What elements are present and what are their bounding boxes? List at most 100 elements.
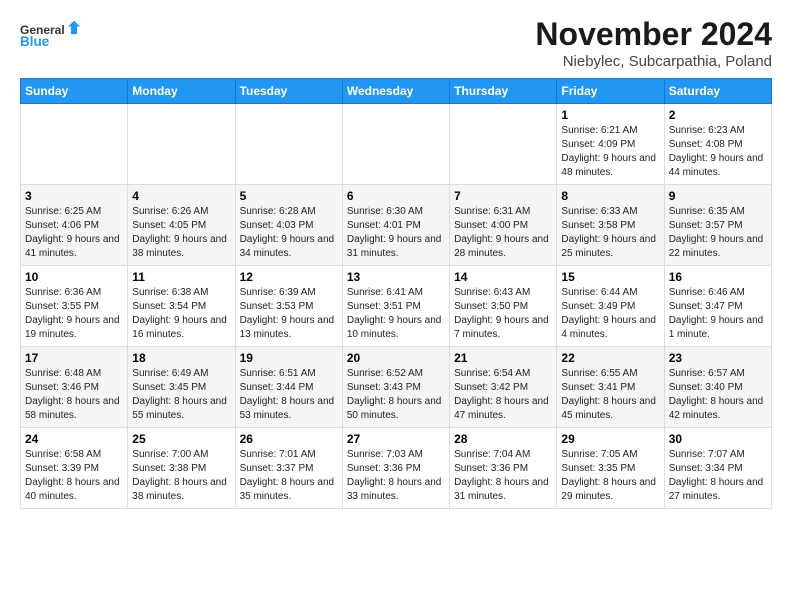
day-of-week-header: Wednesday (342, 79, 449, 104)
day-info: Sunrise: 6:48 AMSunset: 3:46 PMDaylight:… (25, 367, 123, 423)
day-of-week-header: Sunday (21, 79, 128, 104)
day-info: Sunrise: 6:41 AMSunset: 3:51 PMDaylight:… (347, 286, 445, 342)
day-info: Sunrise: 6:33 AMSunset: 3:58 PMDaylight:… (561, 205, 659, 261)
day-number: 17 (25, 351, 123, 365)
calendar-cell: 21Sunrise: 6:54 AMSunset: 3:42 PMDayligh… (450, 347, 557, 428)
location-subtitle: Niebylec, Subcarpathia, Poland (535, 53, 772, 70)
day-number: 23 (669, 351, 767, 365)
calendar-cell: 17 Sunrise: 6:48 AMSunset: 3:46 PMDayligh… (21, 347, 128, 428)
calendar-cell: 13 Sunrise: 6:41 AMSunset: 3:51 PMDayligh… (342, 266, 449, 347)
calendar-cell: 22 Sunrise: 6:55 AMSunset: 3:41 PMDayligh… (557, 347, 664, 428)
calendar-cell: 29Sunrise: 7:05 AMSunset: 3:35 PMDayligh… (557, 428, 664, 509)
day-info: Sunrise: 7:04 AMSunset: 3:36 PMDaylight:… (454, 448, 552, 504)
day-info: Sunrise: 6:52 AMSunset: 3:43 PMDaylight:… (347, 367, 445, 423)
day-of-week-header: Monday (128, 79, 235, 104)
calendar-cell (342, 104, 449, 185)
day-number: 27 (347, 432, 445, 446)
day-info: Sunrise: 6:46 AMSunset: 3:47 PMDaylight:… (669, 286, 767, 342)
day-info: Sunrise: 7:00 AMSunset: 3:38 PMDaylight:… (132, 448, 230, 504)
day-of-week-header: Tuesday (235, 79, 342, 104)
day-of-week-header: Saturday (664, 79, 771, 104)
header: General Blue November 2024 Niebylec, Sub… (20, 16, 772, 70)
day-info: Sunrise: 6:57 AMSunset: 3:40 PMDaylight:… (669, 367, 767, 423)
day-info: Sunrise: 6:49 AMSunset: 3:45 PMDaylight:… (132, 367, 230, 423)
calendar-cell: 25 Sunrise: 7:00 AMSunset: 3:38 PMDayligh… (128, 428, 235, 509)
day-number: 22 (561, 351, 659, 365)
day-number: 9 (669, 189, 767, 203)
day-number: 30 (669, 432, 767, 446)
calendar-cell: 5Sunrise: 6:28 AMSunset: 4:03 PMDaylight… (235, 185, 342, 266)
calendar-cell: 15Sunrise: 6:44 AMSunset: 3:49 PMDayligh… (557, 266, 664, 347)
day-number: 2 (669, 108, 767, 122)
calendar-cell: 11Sunrise: 6:38 AMSunset: 3:54 PMDayligh… (128, 266, 235, 347)
logo: General Blue (20, 16, 80, 56)
day-info: Sunrise: 6:35 AMSunset: 3:57 PMDaylight:… (669, 205, 767, 261)
day-number: 26 (240, 432, 338, 446)
calendar-cell: 2 Sunrise: 6:23 AMSunset: 4:08 PMDaylight… (664, 104, 771, 185)
calendar-week-row: 10 Sunrise: 6:36 AMSunset: 3:55 PMDayligh… (21, 266, 772, 347)
day-number: 13 (347, 270, 445, 284)
day-number: 14 (454, 270, 552, 284)
calendar-cell: 3Sunrise: 6:25 AMSunset: 4:06 PMDaylight… (21, 185, 128, 266)
day-number: 28 (454, 432, 552, 446)
day-number: 18 (132, 351, 230, 365)
calendar-cell (128, 104, 235, 185)
day-number: 8 (561, 189, 659, 203)
day-info: Sunrise: 6:43 AMSunset: 3:50 PMDaylight:… (454, 286, 552, 342)
title-block: November 2024 Niebylec, Subcarpathia, Po… (535, 16, 772, 70)
day-info: Sunrise: 6:38 AMSunset: 3:54 PMDaylight:… (132, 286, 230, 342)
day-info: Sunrise: 6:55 AMSunset: 3:41 PMDaylight:… (561, 367, 659, 423)
calendar-cell: 18 Sunrise: 6:49 AMSunset: 3:45 PMDayligh… (128, 347, 235, 428)
day-number: 12 (240, 270, 338, 284)
calendar-cell: 28 Sunrise: 7:04 AMSunset: 3:36 PMDayligh… (450, 428, 557, 509)
calendar-cell (450, 104, 557, 185)
calendar-cell: 12 Sunrise: 6:39 AMSunset: 3:53 PMDayligh… (235, 266, 342, 347)
day-info: Sunrise: 6:58 AMSunset: 3:39 PMDaylight:… (25, 448, 123, 504)
calendar-week-row: 24 Sunrise: 6:58 AMSunset: 3:39 PMDayligh… (21, 428, 772, 509)
calendar-cell: 7Sunrise: 6:31 AMSunset: 4:00 PMDaylight… (450, 185, 557, 266)
calendar-cell: 27 Sunrise: 7:03 AMSunset: 3:36 PMDayligh… (342, 428, 449, 509)
day-info: Sunrise: 6:21 AMSunset: 4:09 PMDaylight:… (561, 124, 659, 180)
calendar-cell: 9 Sunrise: 6:35 AMSunset: 3:57 PMDaylight… (664, 185, 771, 266)
day-info: Sunrise: 6:39 AMSunset: 3:53 PMDaylight:… (240, 286, 338, 342)
logo-svg: General Blue (20, 16, 80, 56)
day-info: Sunrise: 7:07 AMSunset: 3:34 PMDaylight:… (669, 448, 767, 504)
calendar-body: 1 Sunrise: 6:21 AMSunset: 4:09 PMDaylight… (21, 104, 772, 509)
day-number: 20 (347, 351, 445, 365)
calendar-week-row: 1 Sunrise: 6:21 AMSunset: 4:09 PMDaylight… (21, 104, 772, 185)
page: General Blue November 2024 Niebylec, Sub… (0, 0, 792, 612)
calendar-cell: 24 Sunrise: 6:58 AMSunset: 3:39 PMDayligh… (21, 428, 128, 509)
day-number: 24 (25, 432, 123, 446)
day-info: Sunrise: 7:03 AMSunset: 3:36 PMDaylight:… (347, 448, 445, 504)
day-number: 6 (347, 189, 445, 203)
day-info: Sunrise: 6:25 AMSunset: 4:06 PMDaylight:… (25, 205, 123, 261)
day-info: Sunrise: 6:26 AMSunset: 4:05 PMDaylight:… (132, 205, 230, 261)
calendar-cell: 26 Sunrise: 7:01 AMSunset: 3:37 PMDayligh… (235, 428, 342, 509)
day-info: Sunrise: 6:51 AMSunset: 3:44 PMDaylight:… (240, 367, 338, 423)
day-info: Sunrise: 6:30 AMSunset: 4:01 PMDaylight:… (347, 205, 445, 261)
day-info: Sunrise: 6:36 AMSunset: 3:55 PMDaylight:… (25, 286, 123, 342)
calendar-cell: 14 Sunrise: 6:43 AMSunset: 3:50 PMDayligh… (450, 266, 557, 347)
month-title: November 2024 (535, 16, 772, 53)
day-info: Sunrise: 7:01 AMSunset: 3:37 PMDaylight:… (240, 448, 338, 504)
calendar-cell: 6 Sunrise: 6:30 AMSunset: 4:01 PMDaylight… (342, 185, 449, 266)
calendar-cell: 19 Sunrise: 6:51 AMSunset: 3:44 PMDayligh… (235, 347, 342, 428)
day-number: 25 (132, 432, 230, 446)
calendar-cell (21, 104, 128, 185)
calendar-week-row: 3Sunrise: 6:25 AMSunset: 4:06 PMDaylight… (21, 185, 772, 266)
day-number: 10 (25, 270, 123, 284)
calendar-cell: 1 Sunrise: 6:21 AMSunset: 4:09 PMDaylight… (557, 104, 664, 185)
day-number: 19 (240, 351, 338, 365)
day-info: Sunrise: 6:31 AMSunset: 4:00 PMDaylight:… (454, 205, 552, 261)
day-number: 4 (132, 189, 230, 203)
day-number: 1 (561, 108, 659, 122)
calendar-cell: 23 Sunrise: 6:57 AMSunset: 3:40 PMDayligh… (664, 347, 771, 428)
calendar-table: SundayMondayTuesdayWednesdayThursdayFrid… (20, 78, 772, 509)
svg-text:Blue: Blue (20, 34, 50, 49)
day-info: Sunrise: 6:23 AMSunset: 4:08 PMDaylight:… (669, 124, 767, 180)
calendar-cell: 16Sunrise: 6:46 AMSunset: 3:47 PMDayligh… (664, 266, 771, 347)
calendar-cell: 8 Sunrise: 6:33 AMSunset: 3:58 PMDaylight… (557, 185, 664, 266)
day-of-week-header: Thursday (450, 79, 557, 104)
calendar-cell: 10 Sunrise: 6:36 AMSunset: 3:55 PMDayligh… (21, 266, 128, 347)
calendar-cell (235, 104, 342, 185)
